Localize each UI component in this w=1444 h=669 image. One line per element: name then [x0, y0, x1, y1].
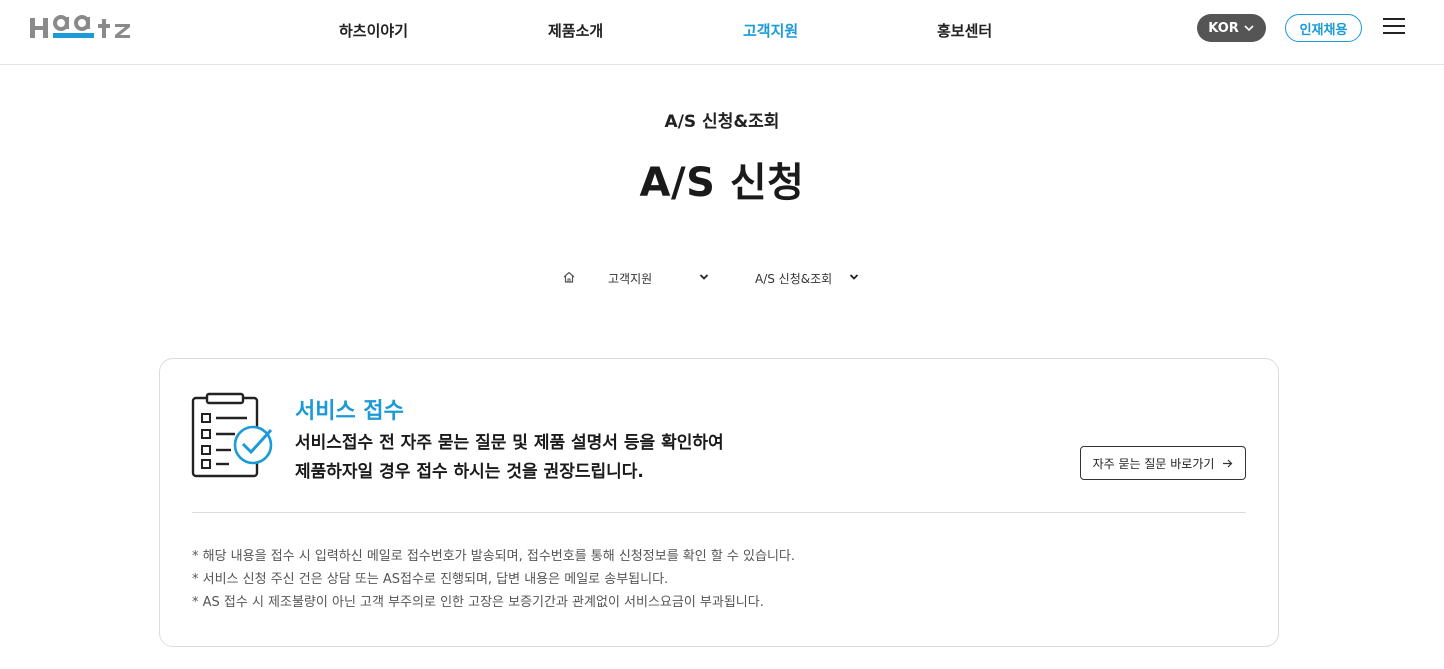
notice-item: * AS 접수 시 제조불량이 아닌 고객 부주의로 인한 고장은 보증기간과 …	[192, 595, 764, 610]
card-divider	[192, 512, 1246, 513]
hamburger-menu-icon[interactable]	[1383, 18, 1407, 38]
nav-item-support[interactable]: 고객지원	[743, 20, 798, 41]
language-label: KOR	[1208, 20, 1239, 36]
site-header: 하츠이야기 제품소개 고객지원 홍보센터 KOR 인재채용	[0, 0, 1444, 65]
page-subtitle: A/S 신청&조회	[664, 112, 780, 132]
breadcrumb: 고객지원 A/S 신청&조회	[0, 268, 1444, 290]
recruit-button[interactable]: 인재채용	[1285, 14, 1362, 42]
arrow-right-icon	[1223, 459, 1233, 467]
chevron-down-icon[interactable]	[848, 271, 860, 283]
service-reception-card: 서비스 접수 서비스접수 전 자주 묻는 질문 및 제품 설명서 등을 확인하여…	[159, 358, 1279, 647]
nav-item-products[interactable]: 제품소개	[548, 20, 603, 41]
faq-button-label: 자주 묻는 질문 바로가기	[1092, 456, 1215, 471]
card-description: 서비스접수 전 자주 묻는 질문 및 제품 설명서 등을 확인하여 제품하자일 …	[295, 429, 724, 487]
card-heading: 서비스 접수	[295, 399, 404, 424]
chevron-down-icon	[1244, 25, 1254, 32]
nav-item-story[interactable]: 하츠이야기	[339, 20, 408, 41]
breadcrumb-item-support[interactable]: 고객지원	[608, 270, 652, 287]
checklist-icon	[191, 392, 273, 478]
nav-item-pr-center[interactable]: 홍보센터	[937, 20, 992, 41]
faq-shortcut-button[interactable]: 자주 묻는 질문 바로가기	[1080, 446, 1246, 480]
language-selector[interactable]: KOR	[1197, 14, 1266, 42]
notice-item: * 해당 내용을 접수 시 입력하신 메일로 접수번호가 발송되며, 접수번호를…	[192, 549, 795, 564]
card-description-line: 제품하자일 경우 접수 하시는 것을 권장드립니다.	[295, 462, 644, 482]
breadcrumb-item-as[interactable]: A/S 신청&조회	[755, 270, 832, 287]
card-description-line: 서비스접수 전 자주 묻는 질문 및 제품 설명서 등을 확인하여	[295, 433, 724, 453]
home-icon[interactable]	[562, 270, 576, 284]
notice-list: * 해당 내용을 접수 시 입력하신 메일로 접수번호가 발송되며, 접수번호를…	[192, 545, 795, 614]
page-title: A/S 신청	[639, 160, 805, 206]
chevron-down-icon[interactable]	[698, 271, 710, 283]
haatz-logo[interactable]	[30, 14, 138, 44]
notice-item: * 서비스 신청 주신 건은 상담 또는 AS접수로 진행되며, 답변 내용은 …	[192, 572, 669, 587]
